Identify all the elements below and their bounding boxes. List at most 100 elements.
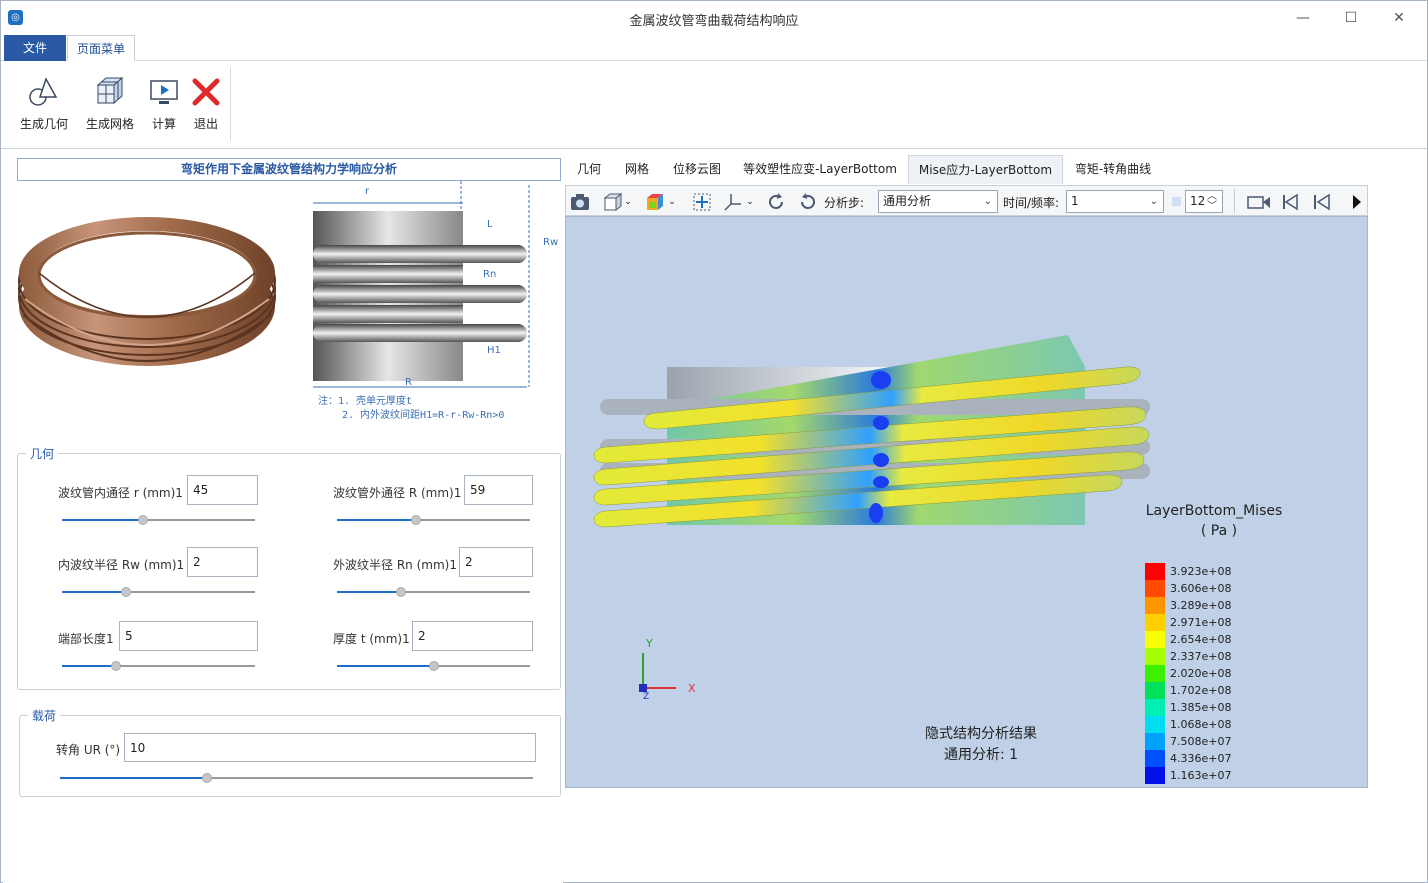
load-group-title: 载荷	[28, 707, 61, 724]
frame-spinner[interactable]: 12 ︿ ﹀	[1185, 190, 1223, 213]
frame-indicator	[1172, 197, 1181, 206]
legend-value: 2.654e+08	[1170, 633, 1232, 646]
title-bar: ◎ 金属波纹管弯曲载荷结构响应 — ☐ ✕	[1, 1, 1427, 35]
time-select[interactable]: 1 ⌄	[1066, 190, 1164, 213]
view-cube-icon[interactable]	[602, 191, 624, 213]
tab-displacement[interactable]: 位移云图	[665, 155, 729, 184]
chevron-down-icon[interactable]: ⌄	[666, 191, 678, 213]
legend-swatch	[1145, 563, 1165, 580]
step-select-value: 通用分析	[883, 194, 932, 208]
outer-radius-slider[interactable]	[337, 515, 530, 525]
step-select[interactable]: 通用分析 ⌄	[878, 190, 998, 213]
diagram-rw-label: Rw	[543, 237, 558, 248]
exit-label: 退出	[193, 117, 218, 131]
tab-mesh[interactable]: 网格	[617, 155, 657, 184]
analysis-heading: 弯矩作用下金属波纹管结构力学响应分析	[17, 158, 561, 181]
end-length-input[interactable]	[119, 621, 258, 651]
window-title: 金属波纹管弯曲载荷结构响应	[629, 14, 799, 29]
legend-swatch	[1145, 733, 1165, 750]
result-step: 通用分析: 1	[943, 747, 1019, 763]
legend-value: 7.508e+07	[1170, 735, 1232, 748]
cross-section-diagram: r L Rw Rn H1 R	[313, 181, 558, 388]
legend-value: 2.020e+08	[1170, 667, 1232, 680]
spinner-arrows-icon: ︿ ﹀	[1207, 191, 1217, 212]
axes-icon[interactable]	[722, 191, 744, 213]
axis-z-label: Z	[643, 692, 649, 702]
rotation-slider[interactable]	[60, 773, 533, 783]
more-tools-icon[interactable]	[1352, 191, 1362, 213]
mesh-cube-icon	[83, 71, 137, 107]
color-cube-icon[interactable]	[644, 191, 666, 213]
rotate-reverse-icon[interactable]	[797, 191, 819, 213]
results-panel: 几何 网格 位移云图 等效塑性应变-LayerBottom Mise应力-Lay…	[565, 151, 1368, 791]
red-x-icon	[189, 71, 223, 107]
inner-radius-input[interactable]	[187, 475, 258, 505]
axis-y-label: Y	[645, 637, 653, 650]
generate-geometry-label: 生成几何	[19, 117, 68, 131]
legend-value: 1.163e+07	[1170, 769, 1232, 782]
legend-value: 2.971e+08	[1170, 616, 1232, 629]
exit-button[interactable]: 退出	[189, 71, 223, 132]
rotation-label: 转角 UR (°)	[56, 743, 121, 757]
chevron-down-icon[interactable]: ⌄	[744, 191, 756, 213]
tab-mises[interactable]: Mise应力-LayerBottom	[908, 155, 1063, 184]
shapes-icon	[17, 71, 71, 107]
generate-mesh-button[interactable]: 生成网格	[83, 71, 137, 132]
legend-value: 2.337e+08	[1170, 650, 1232, 663]
rotation-input[interactable]	[124, 733, 536, 762]
maximize-button[interactable]: ☐	[1331, 5, 1371, 31]
tab-geometry[interactable]: 几何	[569, 155, 609, 184]
legend-value: 1.385e+08	[1170, 701, 1232, 714]
viewer-toolbar: ⌄ ⌄ ⌄ 分析步: 通用分析 ⌄ 时间/频率: 1 ⌄ 12 ︿ ﹀	[565, 185, 1368, 216]
time-select-value: 1	[1071, 194, 1079, 208]
camera-icon[interactable]	[569, 191, 591, 213]
legend-swatch	[1145, 614, 1165, 631]
video-camera-icon[interactable]	[1246, 191, 1272, 213]
previous-frame-icon[interactable]	[1311, 191, 1333, 213]
compute-button[interactable]: 计算	[147, 71, 181, 132]
rw-input[interactable]	[187, 547, 258, 577]
rn-input[interactable]	[459, 547, 533, 577]
fit-view-icon[interactable]	[691, 191, 713, 213]
legend-value: 3.606e+08	[1170, 582, 1232, 595]
outer-radius-label: 波纹管外通径 R (mm)1	[333, 486, 462, 500]
chevron-down-icon[interactable]: ⌄	[622, 191, 634, 213]
ribbon-separator	[230, 67, 231, 141]
end-length-slider[interactable]	[62, 661, 255, 671]
thickness-input[interactable]	[412, 621, 533, 651]
inner-radius-slider[interactable]	[62, 515, 255, 525]
ribbon: 生成几何 生成网格 计算 退出	[1, 61, 1427, 149]
bellows-3d-image	[18, 217, 276, 366]
legend-swatch	[1145, 648, 1165, 665]
time-label: 时间/频率:	[1003, 196, 1060, 210]
thickness-slider[interactable]	[337, 661, 530, 671]
legend-title: LayerBottom_Mises	[1145, 503, 1283, 519]
generate-geometry-button[interactable]: 生成几何	[17, 71, 71, 132]
chevron-down-icon: ⌄	[983, 196, 992, 207]
legend-value: 3.923e+08	[1170, 565, 1232, 578]
file-menu[interactable]: 文件	[4, 35, 66, 61]
3d-viewport[interactable]: Y X Z LayerBottom_Mises ( Pa ) 3.923e+08…	[565, 216, 1368, 788]
geometry-group: 几何 波纹管内通径 r (mm)1 波纹管外通径 R (mm)1 内波纹半径 R…	[17, 445, 561, 690]
rw-label: 内波纹半径 Rw (mm)1	[58, 558, 185, 572]
legend-swatch	[1145, 631, 1165, 648]
rn-slider[interactable]	[337, 587, 530, 597]
geometry-group-title: 几何	[26, 445, 59, 462]
end-length-label: 端部长度1	[58, 632, 114, 646]
minimize-button[interactable]: —	[1283, 5, 1323, 31]
page-menu-tab[interactable]: 页面菜单	[67, 35, 135, 61]
first-frame-icon[interactable]	[1279, 191, 1301, 213]
diagram-r-label: r	[365, 186, 370, 197]
diagram-h1-label: H1	[487, 345, 501, 356]
tab-peeq[interactable]: 等效塑性应变-LayerBottom	[737, 155, 903, 184]
result-title: 隐式结构分析结果	[925, 726, 1037, 742]
chevron-down-icon: ⌄	[1149, 196, 1158, 207]
tab-moment-rotation[interactable]: 弯矩-转角曲线	[1069, 155, 1157, 184]
legend-value: 4.336e+07	[1170, 752, 1232, 765]
outer-radius-input[interactable]	[464, 475, 533, 505]
diagram-note: 注：1. 壳单元厚度t 2. 内外波纹间距H1=R-r-Rw-Rn>0	[318, 395, 504, 423]
rotate-icon[interactable]	[765, 191, 787, 213]
rw-slider[interactable]	[62, 587, 255, 597]
close-button[interactable]: ✕	[1379, 5, 1419, 31]
result-tabs: 几何 网格 位移云图 等效塑性应变-LayerBottom Mise应力-Lay…	[565, 151, 1368, 185]
